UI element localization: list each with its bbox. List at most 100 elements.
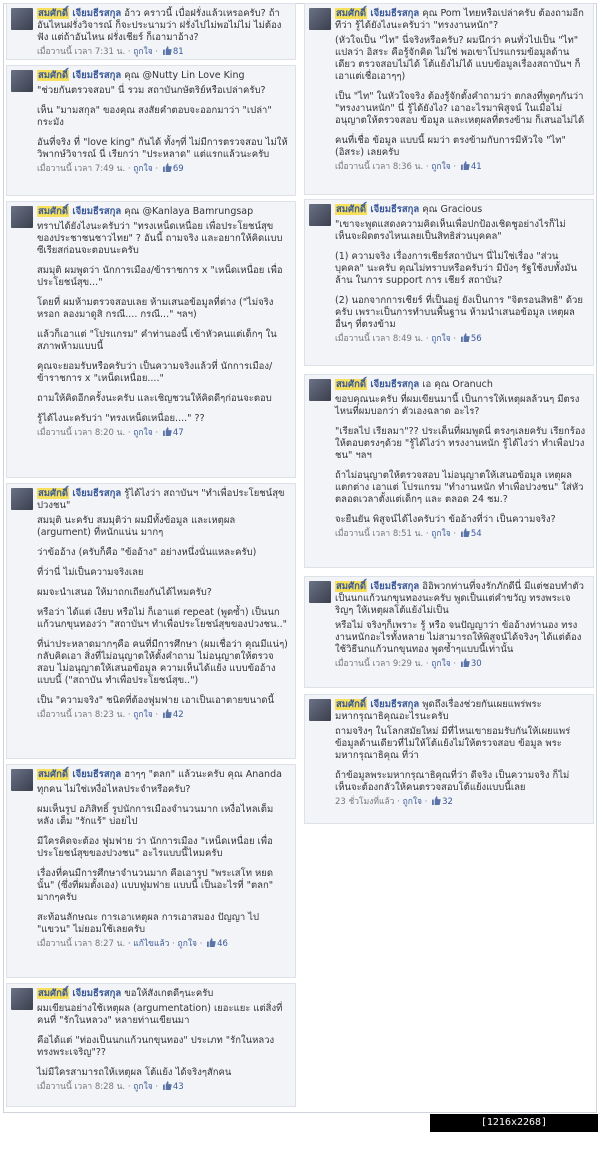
- comment-header: สมศักดิ์ เจียมธีรสกุล ฮาๆๆ "ตลก" แล้วนะค…: [37, 769, 282, 780]
- comment-header: สมศักดิ์ เจียมธีรสกุล คุณ Pom ไทยหรือเปล…: [335, 8, 584, 31]
- comment-body: หรือไม่ จริงๆก็เพราะ รู้ หรือ จนปัญญาว่า…: [335, 620, 582, 655]
- like-link[interactable]: ถูกใจ: [133, 1082, 152, 1092]
- comment-body: ถามจริงๆ ในโลกสมัยใหม่ มีที่ไหนเขายอมรับ…: [335, 726, 571, 793]
- like-count[interactable]: 41: [471, 162, 482, 172]
- comment-meta: เมื่อวานนี้ เวลา 9:29 น. · ถูกใจ · 30: [335, 658, 482, 669]
- comment-header: สมศักดิ์ เจียมธีรสกุล อิอิพวกท่านที่จงรั…: [335, 581, 584, 616]
- avatar[interactable]: [309, 204, 331, 226]
- like-link[interactable]: ถูกใจ: [178, 939, 197, 949]
- edited-link[interactable]: · แก้ไขแล้ว: [125, 939, 170, 949]
- thumbs-up-icon: [162, 46, 172, 55]
- like-link[interactable]: ถูกใจ: [133, 47, 152, 57]
- avatar[interactable]: [11, 488, 33, 510]
- like-link[interactable]: ถูกใจ: [431, 659, 450, 669]
- author-name[interactable]: สมศักดิ์ เจียมธีรสกุล: [37, 488, 121, 499]
- comment-body: สมมุติ นะครับ สมมุติว่า ผมมีทั้งข้อมูล แ…: [37, 515, 288, 706]
- image-host-watermark: [1216x2268] https://upic.me/: [430, 1114, 598, 1146]
- thumbs-up-icon: [460, 658, 470, 667]
- like-link[interactable]: ถูกใจ: [133, 710, 152, 720]
- like-link[interactable]: ถูกใจ: [431, 529, 450, 539]
- comment-meta: เมื่อวานนี้ เวลา 8:23 น. · ถูกใจ · 42: [37, 709, 184, 720]
- comment-header: สมศักดิ์ เจียมธีรสกุล เอ คุณ Oranuch: [335, 379, 493, 390]
- author-name[interactable]: สมศักดิ์ เจียมธีรสกุล: [335, 699, 419, 710]
- like-link[interactable]: ถูกใจ: [133, 164, 152, 174]
- avatar[interactable]: [309, 8, 331, 30]
- like-count[interactable]: 46: [217, 939, 228, 949]
- avatar[interactable]: [11, 70, 33, 92]
- comment-meta: เมื่อวานนี้ เวลา 8:28 น. · ถูกใจ · 43: [37, 1081, 184, 1092]
- thumbs-up-icon: [460, 161, 470, 170]
- comment-body: ขอบคุณนะครับ ที่ผมเขียนมานี้ เป็นการให้เ…: [335, 394, 586, 525]
- comment-body: "เขาจะพูดแสดงความคิดเห็นเพื่อปกป้องเชิดช…: [335, 219, 583, 330]
- comment-body: ทราบได้ยังไงนะครับว่า "ทรงเหน็ดเหนื่อย เ…: [37, 221, 283, 424]
- avatar[interactable]: [309, 699, 331, 721]
- author-name[interactable]: สมศักดิ์ เจียมธีรสกุล: [37, 70, 121, 81]
- author-name[interactable]: สมศักดิ์ เจียมธีรสกุล: [335, 581, 419, 592]
- comment-body: ผมเขียนอย่างใช้เหตุผล (argumentation) เย…: [37, 1003, 283, 1078]
- thumbs-up-icon: [162, 163, 172, 172]
- like-link[interactable]: ถูกใจ: [133, 428, 152, 438]
- author-name[interactable]: สมศักดิ์ เจียมธีรสกุล: [37, 988, 121, 999]
- comment-header: สมศักดิ์ เจียมธีรสกุล พูดถึงเรื่องช่วยกั…: [335, 699, 542, 722]
- like-count[interactable]: 56: [471, 334, 482, 344]
- avatar[interactable]: [11, 206, 33, 228]
- comment-meta: เมื่อวานนี้ เวลา 8:20 น. · ถูกใจ · 47: [37, 427, 184, 438]
- comment-meta: เมื่อวานนี้ เวลา 8:27 น. · แก้ไขแล้ว · ถ…: [37, 938, 228, 949]
- comment-card: สมศักดิ์ เจียมธีรสกุล อิอิพวกท่านที่จงรั…: [304, 576, 594, 688]
- comment-meta: เมื่อวานนี้ เวลา 7:31 น. · ถูกใจ · 81: [37, 46, 184, 57]
- comment-card: สมศักดิ์ เจียมธีรสกุล พูดถึงเรื่องช่วยกั…: [304, 694, 594, 824]
- comment-card: สมศักดิ์ เจียมธีรสกุล รู้ได้ไงว่า สถาบัน…: [6, 483, 296, 759]
- author-name[interactable]: สมศักดิ์ เจียมธีรสกุล: [37, 8, 121, 19]
- avatar[interactable]: [11, 769, 33, 791]
- comment-header: สมศักดิ์ เจียมธีรสกุล รู้ได้ไงว่า สถาบัน…: [37, 488, 285, 511]
- thumbs-up-icon: [207, 938, 216, 947]
- comment-card: สมศักดิ์ เจียมธีรสกุล เอ คุณ Oranuch ขอบ…: [304, 374, 594, 568]
- author-name[interactable]: สมศักดิ์ เจียมธีรสกุล: [37, 769, 121, 780]
- like-count[interactable]: 30: [471, 659, 482, 669]
- comment-meta: เมื่อวานนี้ เวลา 8:36 น. · ถูกใจ · 41: [335, 161, 482, 172]
- comment-card: สมศักดิ์ เจียมธีรสกุล ขอให้สังเกตดีๆนะคร…: [6, 983, 296, 1107]
- comment-card: สมศักดิ์ เจียมธีรสกุล คุณ Pom ไทยหรือเปล…: [304, 3, 594, 195]
- thumbs-up-icon: [162, 709, 172, 718]
- comment-header: สมศักดิ์ เจียมธีรสกุล ขอให้สังเกตดีๆนะคร…: [37, 988, 214, 999]
- comment-card: สมศักดิ์ เจียมธีรสกุล คุณ @Kanlaya Bamru…: [6, 201, 296, 478]
- avatar[interactable]: [11, 988, 33, 1010]
- comment-card: สมศักดิ์ เจียมธีรสกุล คุณ @Nutty Lin Lov…: [6, 65, 296, 196]
- comment-body: "ช่วยกันตรวจสอบ" นี่ รวม สถาบันกษัตริย์ห…: [37, 85, 288, 160]
- comment-meta: เมื่อวานนี้ เวลา 7:49 น. · ถูกใจ · 69: [37, 163, 184, 174]
- like-count[interactable]: 42: [173, 710, 184, 720]
- thumbs-up-icon: [460, 528, 470, 537]
- like-count[interactable]: 81: [173, 47, 184, 57]
- thumbs-up-icon: [162, 1081, 172, 1090]
- comment-header: สมศักดิ์ เจียมธีรสกุล คุณ @Nutty Lin Lov…: [37, 70, 245, 81]
- like-count[interactable]: 69: [173, 164, 184, 174]
- author-name[interactable]: สมศักดิ์ เจียมธีรสกุล: [335, 204, 419, 215]
- comment-header: สมศักดิ์ เจียมธีรสกุล คุณ @Kanlaya Bamru…: [37, 206, 254, 217]
- like-link[interactable]: ถูกใจ: [431, 334, 450, 344]
- like-count[interactable]: 47: [173, 428, 184, 438]
- comment-meta: 23 ชั่วโมงที่แล้ว · ถูกใจ · 32: [335, 796, 453, 807]
- comment-header: สมศักดิ์ เจียมธีรสกุล คุณ Gracious: [335, 204, 483, 215]
- avatar[interactable]: [309, 581, 331, 603]
- avatar[interactable]: [11, 8, 33, 30]
- thumbs-up-icon: [162, 427, 172, 436]
- comment-body: (หัวใจเป็น "ไท" นี่จริงหรือครับ? ผมนึกว่…: [335, 35, 585, 158]
- thumbs-up-icon: [432, 796, 441, 805]
- comment-card: สมศักดิ์ เจียมธีรสกุล อ้าว คราวนี้ เบื่อ…: [6, 3, 296, 60]
- author-name[interactable]: สมศักดิ์ เจียมธีรสกุล: [335, 8, 419, 19]
- like-count[interactable]: 54: [471, 529, 482, 539]
- avatar[interactable]: [309, 379, 331, 401]
- like-link[interactable]: ถูกใจ: [403, 797, 422, 807]
- comment-card: สมศักดิ์ เจียมธีรสกุล คุณ Gracious "เขาจ…: [304, 199, 594, 366]
- comment-header: สมศักดิ์ เจียมธีรสกุล อ้าว คราวนี้ เบื่อ…: [37, 8, 282, 43]
- author-name[interactable]: สมศักดิ์ เจียมธีรสกุล: [335, 379, 419, 390]
- thumbs-up-icon: [460, 333, 470, 342]
- like-count[interactable]: 43: [173, 1082, 184, 1092]
- like-count[interactable]: 32: [442, 797, 453, 807]
- comment-card: สมศักดิ์ เจียมธีรสกุล ฮาๆๆ "ตลก" แล้วนะค…: [6, 764, 296, 978]
- author-name[interactable]: สมศักดิ์ เจียมธีรสกุล: [37, 206, 121, 217]
- comment-meta: เมื่อวานนี้ เวลา 8:51 น. · ถูกใจ · 54: [335, 528, 482, 539]
- like-link[interactable]: ถูกใจ: [431, 162, 450, 172]
- comment-body: ทุกคน ไม่ใช่เหงื่อไหลประจำหรือครับ? ผมเห…: [37, 784, 274, 935]
- comment-meta: เมื่อวานนี้ เวลา 8:49 น. · ถูกใจ · 56: [335, 333, 482, 344]
